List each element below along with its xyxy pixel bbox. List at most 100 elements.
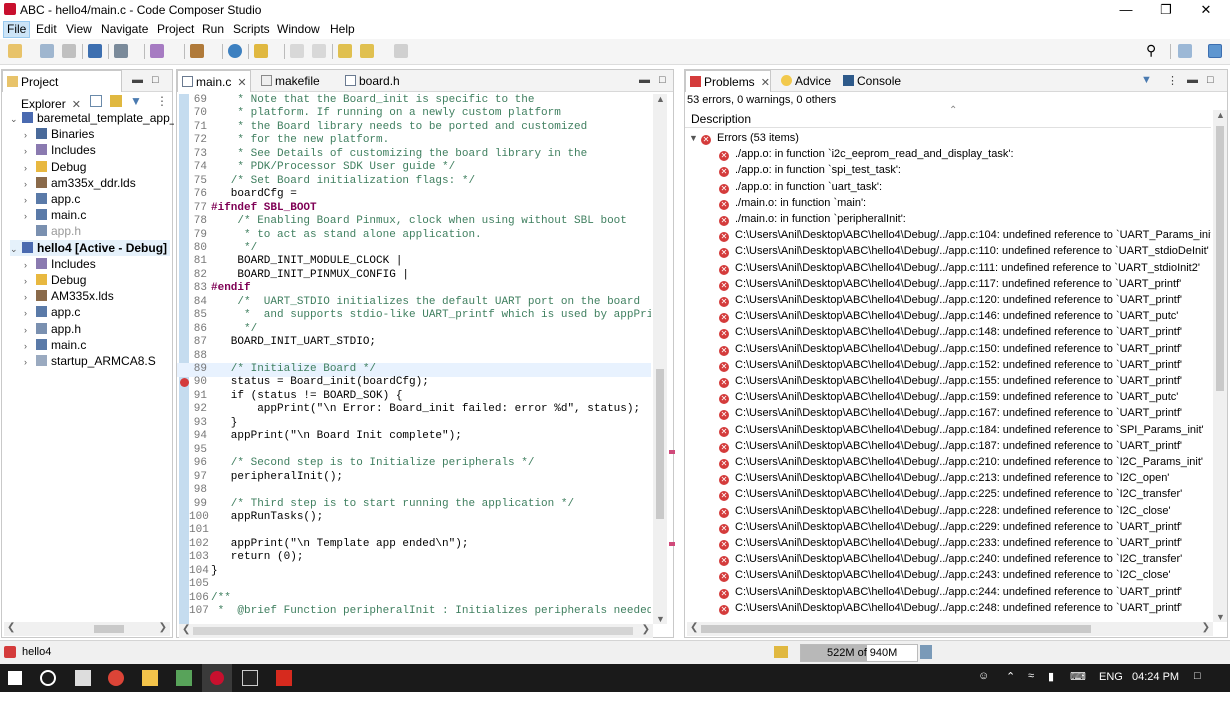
problem-item[interactable]: ✕ C:\Users\Anil\Desktop\ABC\hello4\Debug/… xyxy=(719,373,1182,389)
keyboard-icon[interactable]: ⌨ xyxy=(1070,670,1086,683)
link-editor-icon[interactable] xyxy=(110,95,122,107)
windows-start-icon[interactable] xyxy=(8,671,22,685)
menu-file[interactable]: File xyxy=(3,21,31,38)
sync-icon[interactable] xyxy=(774,646,788,658)
collapse-all-icon[interactable] xyxy=(90,95,102,107)
code-line[interactable]: 96 /* Second step is to Initialize perip… xyxy=(177,457,651,471)
save-all-icon[interactable] xyxy=(62,44,76,58)
code-line[interactable]: 94 appPrint("\n Board Init complete"); xyxy=(177,430,651,444)
tree-item[interactable]: › Debug xyxy=(24,272,86,288)
chevron-right-icon[interactable]: › xyxy=(24,273,36,289)
code-line[interactable]: 105 xyxy=(177,578,651,592)
error-marker-icon[interactable] xyxy=(180,378,189,388)
chevron-right-icon[interactable]: › xyxy=(24,322,36,338)
tree-item[interactable]: › am335x_ddr.lds xyxy=(24,175,136,191)
code-line[interactable]: 83 #endif xyxy=(177,282,651,296)
build-icon[interactable] xyxy=(190,44,204,58)
chevron-right-icon[interactable]: › xyxy=(24,176,36,192)
problem-item[interactable]: ✕ C:\Users\Anil\Desktop\ABC\hello4\Debug/… xyxy=(719,503,1171,519)
problem-item[interactable]: ✕ C:\Users\Anil\Desktop\ABC\hello4\Debug/… xyxy=(719,535,1182,551)
code-line[interactable]: 106/** xyxy=(177,592,651,606)
horizontal-scrollbar[interactable]: ❮ ❯ xyxy=(687,622,1213,636)
tab-advice[interactable]: Advice xyxy=(777,70,837,92)
maximize-button[interactable]: ❐ xyxy=(1146,0,1186,20)
code-line[interactable]: 82 BOARD_INIT_PINMUX_CONFIG | xyxy=(177,269,651,283)
notification-icon[interactable]: □ xyxy=(1194,670,1201,682)
code-line[interactable]: 72 * for the new platform. xyxy=(177,134,651,148)
code-line[interactable]: 101 xyxy=(177,524,651,538)
tab-board-h[interactable]: board.h xyxy=(341,70,411,92)
toggle2-icon[interactable] xyxy=(312,44,326,58)
chevron-right-icon[interactable]: › xyxy=(24,143,36,159)
code-line[interactable]: 76 boardCfg = xyxy=(177,188,651,202)
people-icon[interactable]: ☺ xyxy=(978,670,989,682)
tree-item[interactable]: › Includes xyxy=(24,256,96,272)
quick-access-search-icon[interactable]: ⚲ xyxy=(1146,42,1160,58)
cmd-icon[interactable] xyxy=(242,670,258,686)
errors-group[interactable]: ▼ ✕ Errors (53 items) xyxy=(689,130,799,146)
code-line[interactable]: 70 * platform. If running on a newly cus… xyxy=(177,107,651,121)
code-area[interactable]: 69 * Note that the Board_init is specifi… xyxy=(177,92,651,624)
heap-status[interactable]: 522M of 940M xyxy=(800,644,918,662)
menu-project[interactable]: Project xyxy=(154,22,197,36)
code-line[interactable]: 90 status = Board_init(boardCfg); xyxy=(177,376,651,390)
problem-item[interactable]: ✕ C:\Users\Anil\Desktop\ABC\hello4\Debug/… xyxy=(719,567,1171,583)
problem-item[interactable]: ✕ ./main.o: in function `main': xyxy=(719,195,866,211)
close-button[interactable]: ✕ xyxy=(1186,0,1226,20)
code-line[interactable]: 81 BOARD_INIT_MODULE_CLOCK | xyxy=(177,255,651,269)
chevron-down-icon[interactable]: ⌄ xyxy=(10,111,22,127)
code-line[interactable]: 91 if (status != BOARD_SOK) { xyxy=(177,390,651,404)
maximize-icon[interactable]: □ xyxy=(1207,74,1214,86)
toggle-icon[interactable] xyxy=(290,44,304,58)
view-menu-icon[interactable]: ⋮ xyxy=(1167,74,1178,87)
code-line[interactable]: 103 return (0); xyxy=(177,551,651,565)
problem-item[interactable]: ✕ C:\Users\Anil\Desktop\ABC\hello4\Debug/… xyxy=(719,389,1178,405)
tree-item[interactable]: › app.h xyxy=(24,321,81,337)
chevron-right-icon[interactable]: › xyxy=(24,305,36,321)
battery-icon[interactable]: ▮ xyxy=(1048,670,1054,683)
tree-item[interactable]: › startup_ARMCA8.S xyxy=(24,353,156,369)
back-icon[interactable] xyxy=(360,44,374,58)
code-line[interactable]: 89 /* Initialize Board */ xyxy=(177,363,651,377)
store-icon[interactable] xyxy=(75,670,91,686)
problem-item[interactable]: ✕ ./main.o: in function `peripheralInit': xyxy=(719,211,906,227)
chevron-right-icon[interactable]: › xyxy=(24,354,36,370)
tree-item[interactable]: › Binaries xyxy=(24,126,94,142)
column-header[interactable]: Description ⌃ xyxy=(685,105,1211,128)
code-line[interactable]: 98 xyxy=(177,484,651,498)
problem-item[interactable]: ✕ C:\Users\Anil\Desktop\ABC\hello4\Debug/… xyxy=(719,470,1169,486)
problem-item[interactable]: ✕ C:\Users\Anil\Desktop\ABC\hello4\Debug/… xyxy=(719,600,1182,616)
tree-item[interactable]: ⌄ hello4 [Active - Debug] xyxy=(10,239,170,257)
chevron-right-icon[interactable]: › xyxy=(24,289,36,305)
tree-item[interactable]: › AM335x.lds xyxy=(24,288,114,304)
code-line[interactable]: 93 } xyxy=(177,417,651,431)
code-line[interactable]: 79 * to act as stand alone application. xyxy=(177,229,651,243)
chevron-right-icon[interactable]: › xyxy=(24,160,36,176)
menu-view[interactable]: View xyxy=(63,22,95,36)
chevron-down-icon[interactable]: ⌄ xyxy=(10,241,22,257)
menu-run[interactable]: Run xyxy=(199,22,227,36)
problem-item[interactable]: ✕ C:\Users\Anil\Desktop\ABC\hello4\Debug/… xyxy=(719,422,1204,438)
chevron-right-icon[interactable]: › xyxy=(24,127,36,143)
menu-edit[interactable]: Edit xyxy=(33,22,60,36)
code-line[interactable]: 71 * the Board library needs to be porte… xyxy=(177,121,651,135)
search-icon[interactable] xyxy=(40,670,56,686)
last-edit-icon[interactable] xyxy=(338,44,352,58)
tree-item[interactable]: › Debug xyxy=(24,159,86,175)
trash-icon[interactable] xyxy=(920,645,932,659)
search-icon[interactable] xyxy=(228,44,242,58)
terminal-icon[interactable] xyxy=(88,44,102,58)
code-line[interactable]: 84 /* UART_STDIO initializes the default… xyxy=(177,296,651,310)
tree-item[interactable]: ⌄ baremetal_template_app_ar xyxy=(10,110,174,126)
code-line[interactable]: 87 BOARD_INIT_UART_STDIO; xyxy=(177,336,651,350)
problem-item[interactable]: ✕ C:\Users\Anil\Desktop\ABC\hello4\Debug/… xyxy=(719,260,1200,276)
code-line[interactable]: 69 * Note that the Board_init is specifi… xyxy=(177,94,651,108)
code-line[interactable]: 77 #ifndef SBL_BOOT xyxy=(177,202,651,216)
problem-item[interactable]: ✕ C:\Users\Anil\Desktop\ABC\hello4\Debug/… xyxy=(719,438,1182,454)
code-line[interactable]: 92 appPrint("\n Error: Board_init failed… xyxy=(177,403,651,417)
code-line[interactable]: 73 * See Details of customizing the boar… xyxy=(177,148,651,162)
menu-help[interactable]: Help xyxy=(327,22,358,36)
minimize-icon[interactable]: ▬ xyxy=(132,74,143,86)
ccs-taskbar-item[interactable] xyxy=(202,664,232,692)
problem-item[interactable]: ✕ C:\Users\Anil\Desktop\ABC\hello4\Debug/… xyxy=(719,227,1211,243)
